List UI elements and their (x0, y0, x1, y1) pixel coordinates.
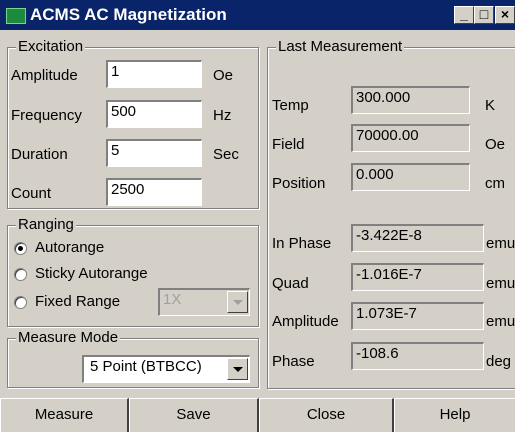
count-label: Count (11, 185, 52, 202)
position-value: 0.000 (351, 163, 470, 191)
temp-label: Temp (272, 97, 309, 114)
quad-label: Quad (272, 275, 309, 292)
maximize-button[interactable]: □ (474, 6, 494, 24)
frequency-unit: Hz (213, 107, 232, 124)
ranging-legend: Ranging (16, 216, 76, 233)
fixed-range-dropdown-icon[interactable] (227, 291, 248, 313)
duration-input[interactable]: 5 (106, 139, 202, 167)
amplitude-result-value: 1.073E-7 (351, 302, 484, 330)
window-title: ACMS AC Magnetization (30, 5, 227, 24)
phase-unit: deg (486, 353, 512, 370)
measure-mode-legend: Measure Mode (16, 329, 121, 346)
measure-mode-dropdown-icon[interactable] (227, 358, 248, 380)
fixed-range-radio[interactable] (14, 296, 27, 309)
close-button-label: Close (306, 406, 346, 423)
measure-button-label: Measure (34, 406, 94, 423)
sticky-autorange-label[interactable]: Sticky Autorange (35, 265, 148, 282)
position-unit: cm (485, 175, 505, 192)
quad-value: -1.016E-7 (351, 263, 484, 291)
fixed-range-value: 1X (163, 291, 182, 308)
position-label: Position (272, 175, 326, 192)
count-input[interactable]: 2500 (106, 178, 202, 206)
fixed-range-label[interactable]: Fixed Range (35, 293, 120, 310)
amplitude-unit: Oe (213, 67, 234, 84)
frequency-input[interactable]: 500 (106, 100, 202, 128)
minimize-button[interactable]: _ (454, 6, 474, 24)
temp-value: 300.000 (351, 86, 470, 114)
phase-label: Phase (272, 353, 315, 370)
title-bar: ACMS AC Magnetization _ □ × (0, 0, 515, 30)
amplitude-result-unit: emu (486, 313, 515, 330)
frequency-label: Frequency (11, 107, 82, 124)
close-button[interactable]: Close (259, 398, 394, 432)
field-value: 70000.00 (351, 124, 470, 152)
amplitude-label: Amplitude (11, 67, 78, 84)
temp-unit: K (485, 97, 496, 114)
amplitude-input[interactable]: 1 (106, 60, 202, 88)
help-button[interactable]: Help (394, 398, 515, 432)
close-window-button[interactable]: × (495, 6, 515, 24)
quad-unit: emu (486, 275, 515, 292)
duration-label: Duration (11, 146, 68, 163)
phase-value: -108.6 (351, 342, 484, 370)
field-label: Field (272, 136, 305, 153)
in-phase-value: -3.422E-8 (351, 224, 484, 252)
app-icon (6, 8, 26, 24)
measure-mode-select[interactable]: 5 Point (BTBCC) (82, 355, 250, 383)
excitation-legend: Excitation (16, 38, 86, 55)
in-phase-unit: emu (486, 235, 515, 252)
duration-unit: Sec (213, 146, 239, 163)
help-button-label: Help (439, 406, 471, 423)
autorange-radio[interactable] (14, 242, 27, 255)
measure-mode-value: 5 Point (BTBCC) (90, 358, 202, 375)
field-unit: Oe (485, 136, 506, 153)
save-button-label: Save (176, 406, 211, 423)
measure-button[interactable]: Measure (0, 398, 129, 432)
autorange-label[interactable]: Autorange (35, 239, 104, 256)
amplitude-result-label: Amplitude (272, 313, 339, 330)
in-phase-label: In Phase (272, 235, 332, 252)
save-button[interactable]: Save (129, 398, 259, 432)
last-measurement-legend: Last Measurement (276, 38, 405, 55)
sticky-autorange-radio[interactable] (14, 268, 27, 281)
